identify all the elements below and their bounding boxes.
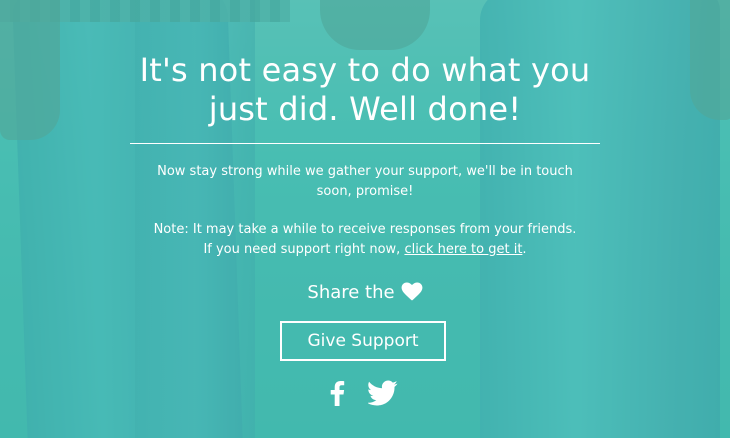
twitter-icon[interactable]: [367, 380, 398, 410]
page-title: It's not easy to do what you just did. W…: [139, 51, 591, 128]
share-label: Share the: [307, 282, 395, 303]
facebook-icon[interactable]: [327, 380, 349, 410]
give-support-button[interactable]: Give Support: [280, 321, 446, 361]
title-divider: [130, 143, 600, 144]
confirmation-panel: It's not easy to do what you just did. W…: [0, 0, 730, 438]
get-support-link[interactable]: click here to get it: [404, 242, 522, 257]
support-note: Note: It may take a while to receive res…: [150, 220, 580, 259]
share-label-row: Share the: [0, 280, 730, 309]
heart-icon: [401, 282, 423, 309]
support-note-end: .: [522, 241, 527, 257]
status-message: Now stay strong while we gather your sup…: [157, 164, 573, 199]
